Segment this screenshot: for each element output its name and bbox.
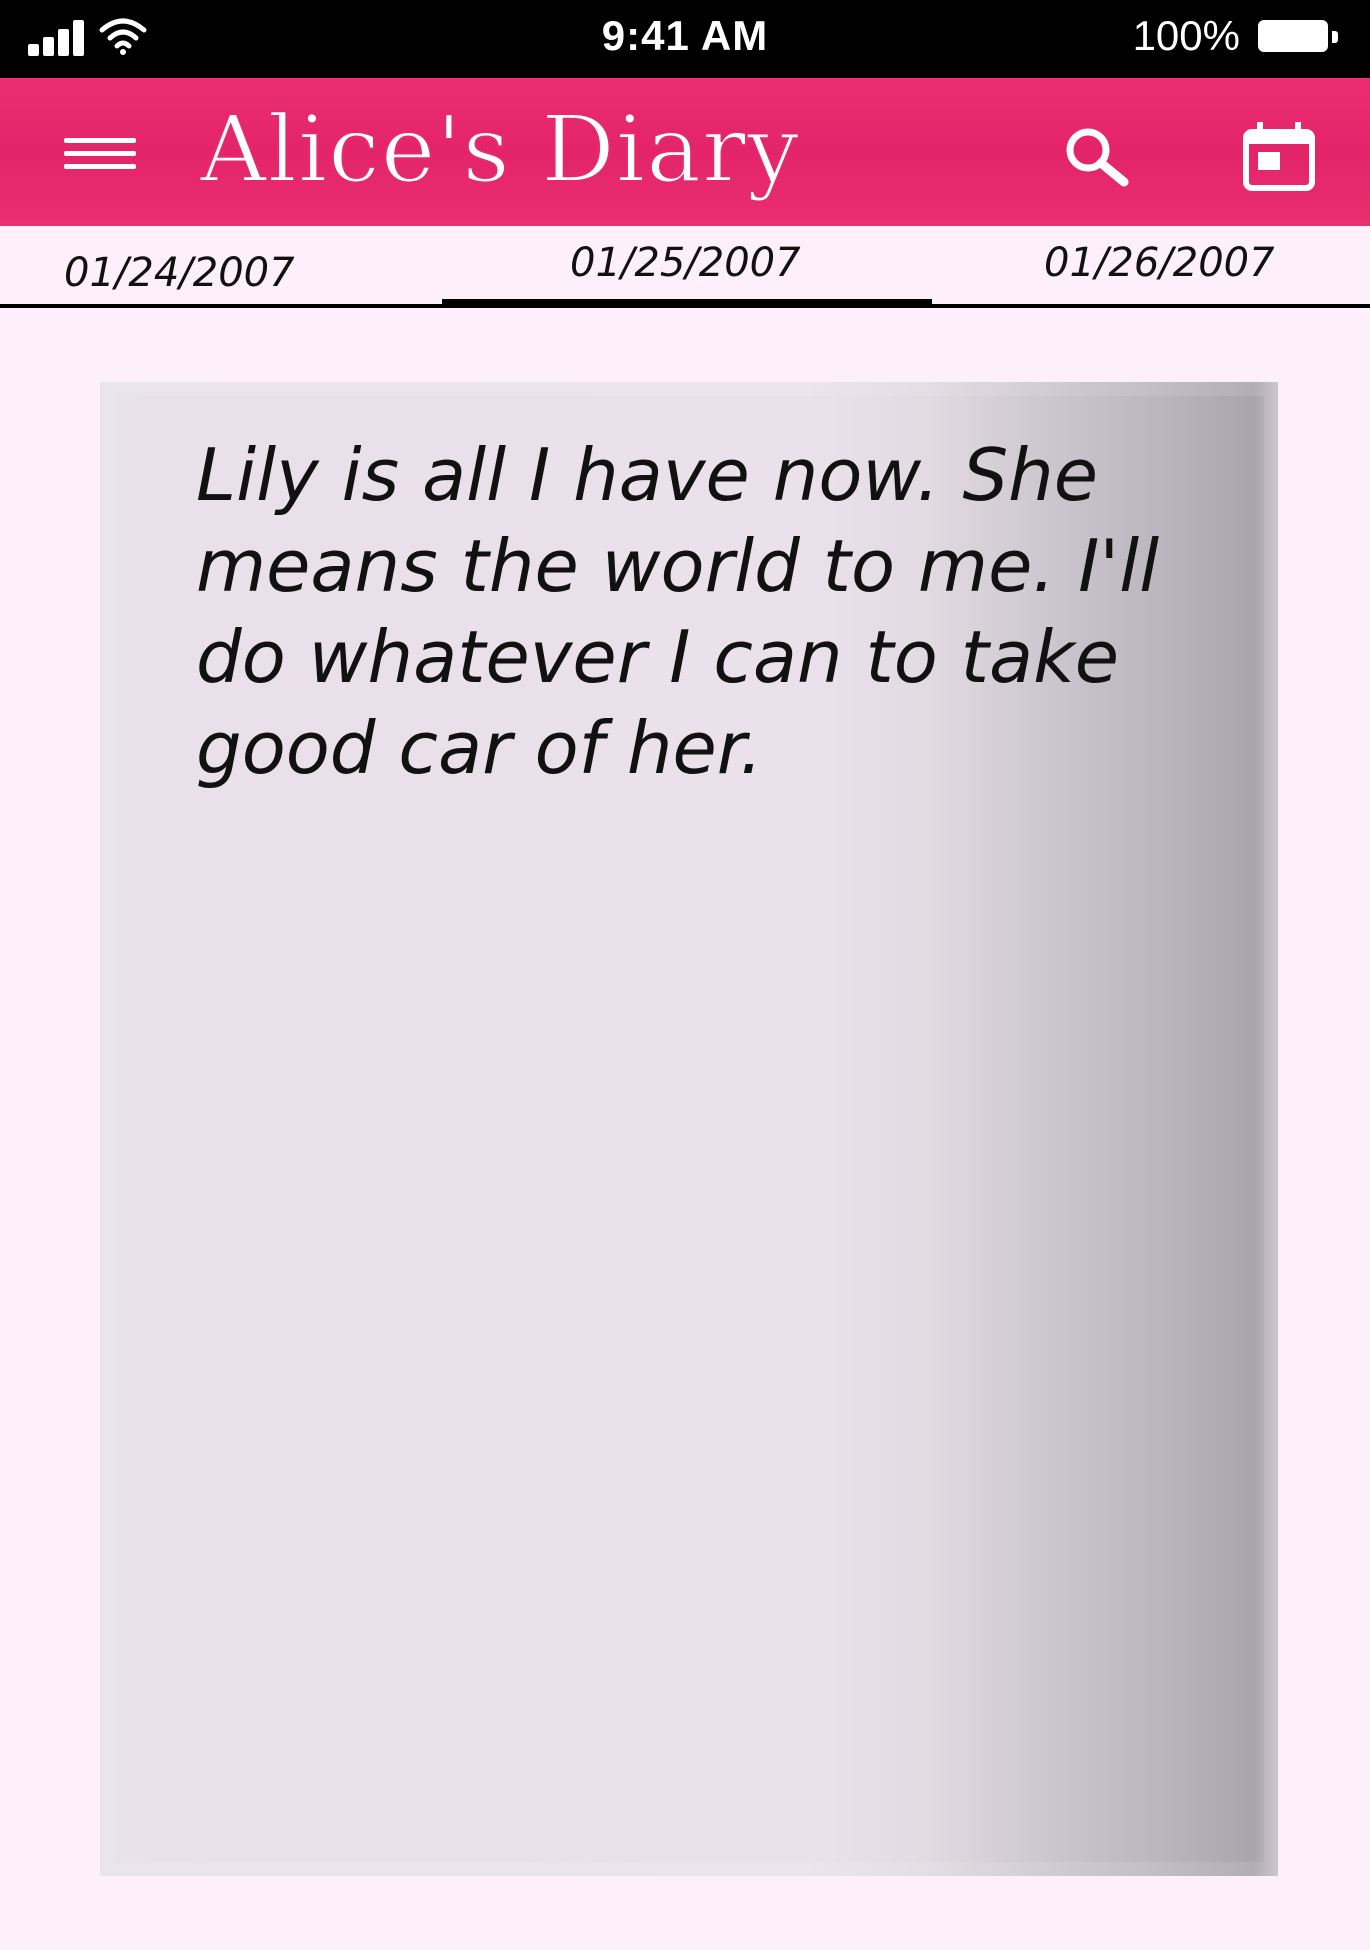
tab-label: 01/26/2007 (1044, 240, 1275, 286)
selected-tab-indicator (442, 299, 932, 307)
tab-label: 01/25/2007 (570, 240, 801, 286)
app-bar: Alice's Diary (0, 78, 1370, 226)
app-title: Alice's Diary (199, 95, 800, 204)
hamburger-menu-icon[interactable] (64, 130, 140, 176)
status-bar: 9:41 AM 100% (0, 0, 1370, 78)
calendar-icon[interactable] (1238, 118, 1318, 194)
battery-percent: 100% (1132, 12, 1240, 59)
battery-icon (1258, 20, 1338, 56)
tab-date-previous[interactable]: 01/24/2007 (0, 226, 442, 312)
search-icon[interactable] (1058, 122, 1138, 192)
date-tabs: 01/24/2007 01/25/2007 01/26/2007 (0, 226, 1370, 312)
tab-label: 01/24/2007 (64, 250, 295, 296)
tab-date-next[interactable]: 01/26/2007 (932, 226, 1370, 312)
diary-entry-text[interactable]: Lily is all I have now. She means the wo… (196, 430, 1206, 794)
